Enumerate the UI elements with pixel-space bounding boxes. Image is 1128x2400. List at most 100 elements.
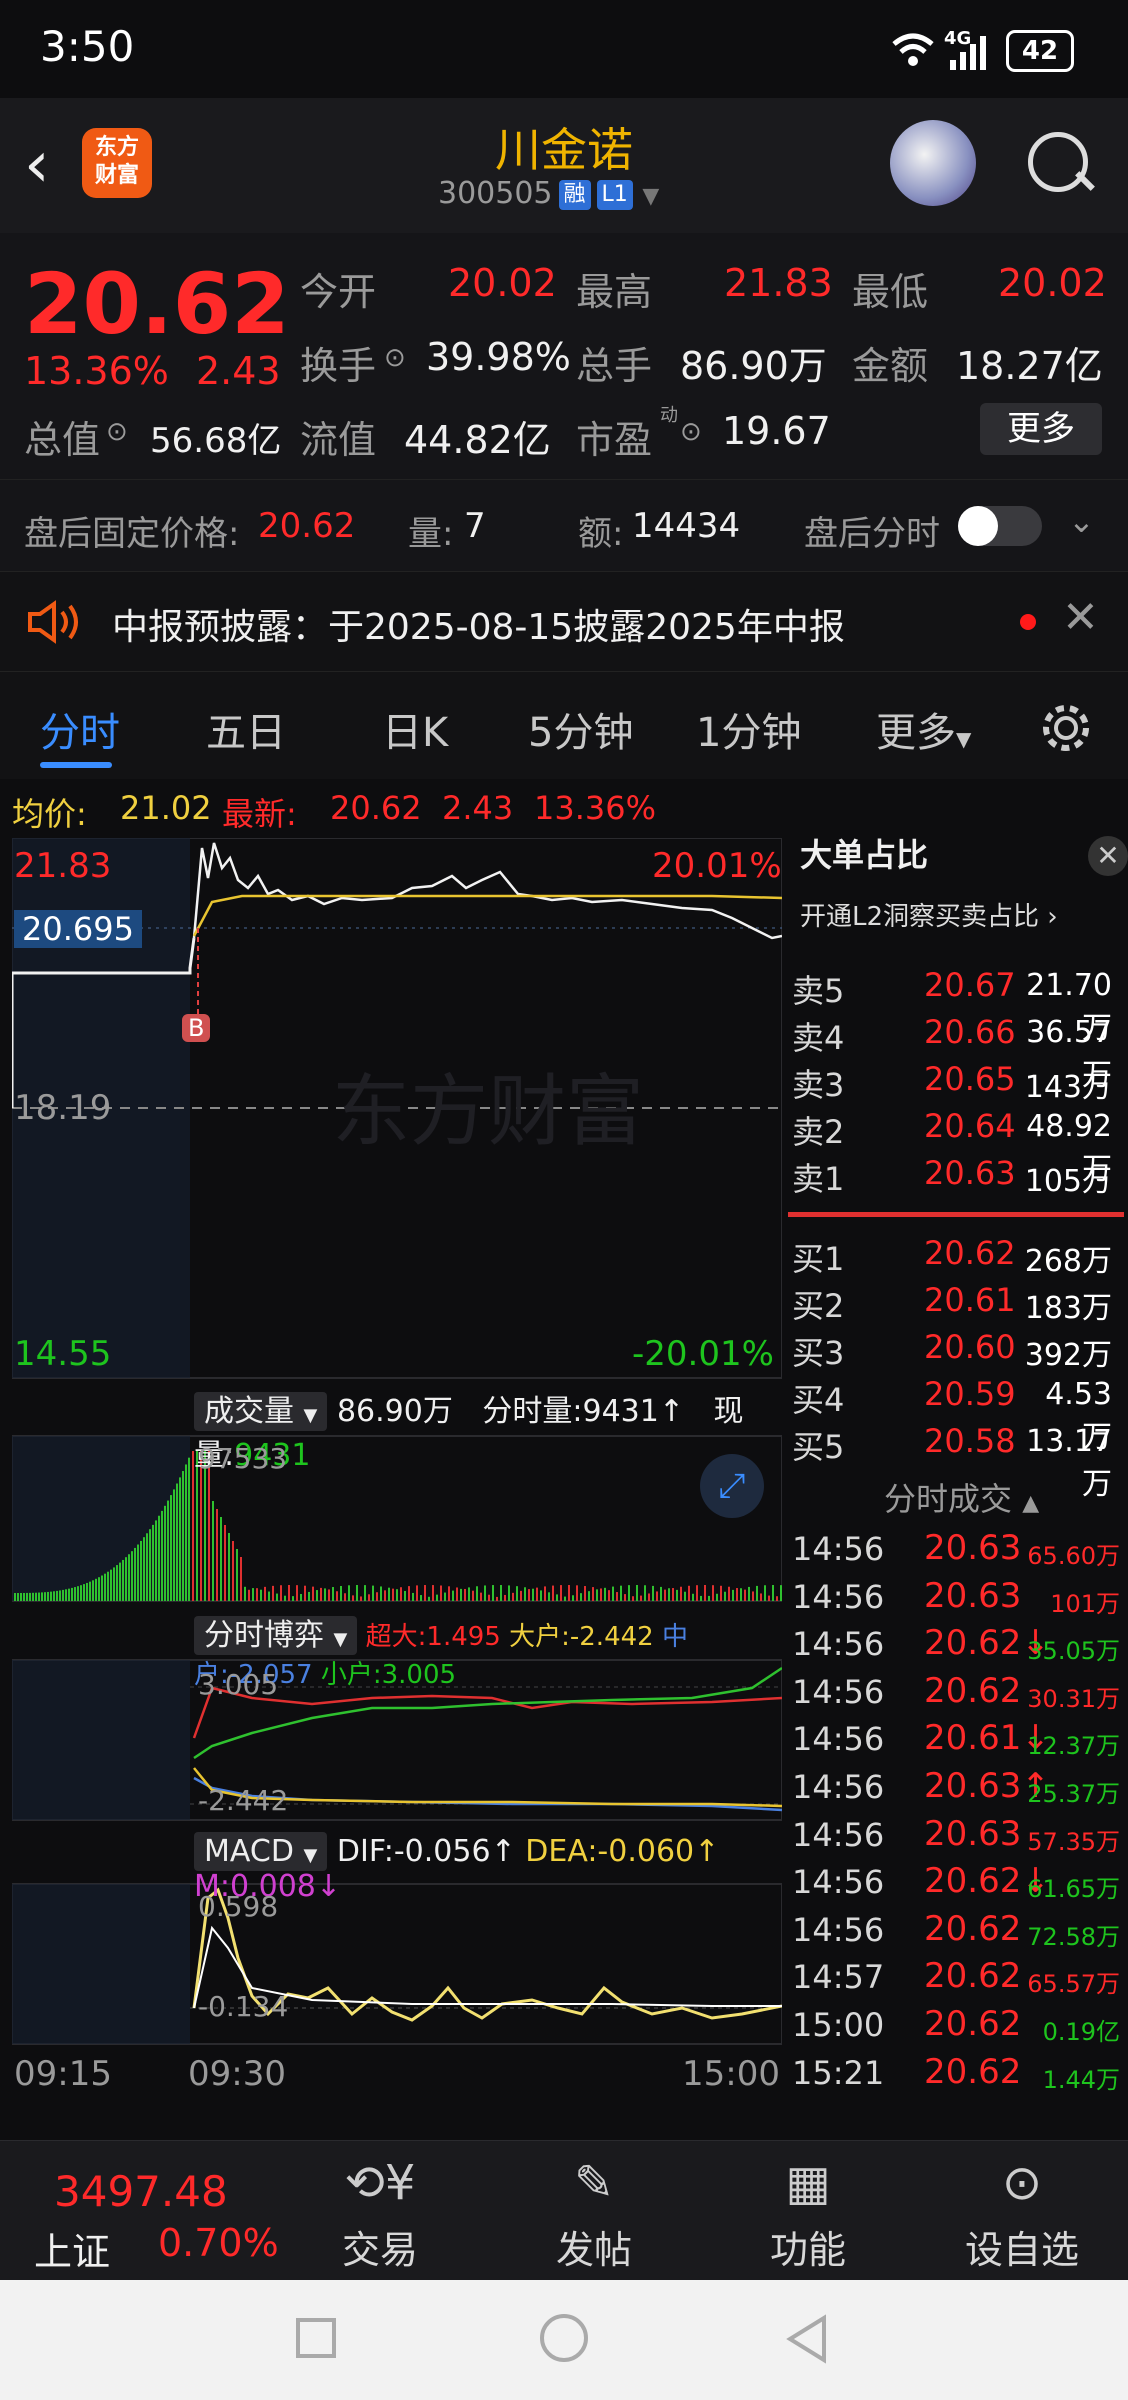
volume-bar	[576, 1585, 578, 1601]
amount-value: 18.27亿	[956, 344, 1103, 388]
trades-title-label: 分时成交	[884, 1480, 1013, 1518]
amount-label: 金额	[852, 344, 929, 388]
volume-bar	[248, 1589, 250, 1601]
volume-bar	[696, 1585, 698, 1601]
volume-bar	[128, 1554, 130, 1601]
gear-icon[interactable]	[1038, 700, 1094, 756]
volume-bar	[584, 1586, 586, 1601]
volume-bar	[77, 1586, 79, 1601]
recent-apps-icon[interactable]	[296, 2318, 336, 2358]
volume-bar	[596, 1589, 598, 1601]
ask-price[interactable]: 20.67	[924, 966, 1016, 1004]
volume-bar	[284, 1595, 286, 1601]
volume-bar	[428, 1596, 430, 1601]
trades-title[interactable]: 分时成交 ▲	[884, 1474, 1039, 1520]
volume-bar	[716, 1593, 718, 1601]
volume-bar	[212, 1501, 214, 1601]
tab-daily-k[interactable]: 日K	[382, 700, 448, 758]
bid-volume: 183万	[1024, 1291, 1112, 1326]
volume-bar	[352, 1595, 354, 1601]
edit-icon[interactable]: ✎	[514, 2155, 674, 2211]
latest-value: 20.62	[330, 789, 422, 827]
trade-icon[interactable]: ⟲¥	[300, 2155, 460, 2211]
info-icon[interactable]: ⊙	[680, 417, 702, 447]
caret-down-icon: ▼	[956, 727, 972, 751]
volume-bar	[372, 1585, 374, 1601]
volume-bar	[240, 1557, 242, 1601]
bid-price[interactable]: 20.58	[924, 1422, 1016, 1460]
buy-marker[interactable]: B	[182, 1014, 211, 1042]
volume-bar	[308, 1591, 310, 1601]
volume-bar	[548, 1592, 550, 1601]
tab-five-day[interactable]: 五日	[206, 700, 286, 758]
more-button[interactable]: 更多	[980, 403, 1102, 455]
volume-bar	[532, 1588, 534, 1601]
volume-label: 总手	[576, 344, 653, 388]
chart-tabs: 分时 五日 日K 5分钟 1分钟 更多▼	[0, 671, 1128, 780]
volume-bar	[572, 1595, 574, 1601]
volume-bar	[772, 1585, 774, 1601]
bid-price[interactable]: 20.59	[924, 1375, 1016, 1413]
volume-bar	[216, 1509, 218, 1601]
bid-price[interactable]: 20.60	[924, 1328, 1016, 1366]
tab-intraday[interactable]: 分时	[40, 700, 120, 758]
index-name[interactable]: 上证	[34, 2221, 110, 2276]
volume-bar	[336, 1591, 338, 1601]
bid-price[interactable]: 20.61	[924, 1281, 1016, 1319]
nav-post[interactable]: 发帖	[514, 2219, 674, 2274]
volume-bar	[728, 1586, 730, 1601]
info-icon[interactable]: ⊙	[106, 417, 128, 447]
ask-price[interactable]: 20.65	[924, 1060, 1016, 1098]
volume-bar	[540, 1590, 542, 1601]
watermark: 东方财富	[332, 1067, 644, 1157]
volume-bar	[155, 1520, 157, 1601]
chevron-down-icon[interactable]: ▼	[642, 184, 659, 209]
index-pct[interactable]: 0.70%	[158, 2221, 279, 2265]
ask-price[interactable]: 20.64	[924, 1107, 1016, 1145]
nav-trade[interactable]: 交易	[300, 2219, 460, 2274]
flow-header: 分时博弈 ▼ 超大:1.495 大户:-2.442 中户:-2.057 小户:3…	[194, 1610, 782, 1691]
ask-price[interactable]: 20.63	[924, 1154, 1016, 1192]
bid-price[interactable]: 20.62	[924, 1234, 1016, 1272]
status-bar: 3:50 4G 42	[0, 0, 1128, 98]
volume-bar	[512, 1592, 514, 1601]
home-icon[interactable]	[540, 2314, 588, 2362]
bid-label: 买5	[792, 1428, 845, 1466]
volume-selector[interactable]: 成交量 ▼	[194, 1392, 328, 1431]
volume-bar	[50, 1591, 52, 1601]
volume-bar	[396, 1589, 398, 1601]
info-icon[interactable]: ⊙	[384, 343, 406, 373]
flow-selector[interactable]: 分时博弈 ▼	[194, 1616, 358, 1655]
unread-dot	[1020, 614, 1036, 630]
volume-bar	[528, 1589, 530, 1601]
assistant-robot-icon[interactable]	[890, 120, 976, 206]
l2-promo[interactable]: 开通L2洞察买卖占比 ›	[800, 896, 1058, 933]
volume-bar	[35, 1592, 37, 1601]
notice-bar[interactable]: 中报预披露：于2025-08-15披露2025年中报 ✕	[0, 571, 1128, 672]
trade-time: 14:56	[792, 1720, 885, 1759]
up-arrow-icon: ↑	[694, 1834, 720, 1869]
after-vol-label: 量:	[408, 514, 454, 554]
nav-function[interactable]: 功能	[728, 2219, 888, 2274]
ask-price[interactable]: 20.66	[924, 1013, 1016, 1051]
nav-watchlist[interactable]: 设自选	[942, 2219, 1102, 2274]
search-icon[interactable]	[1028, 132, 1088, 192]
grid-icon[interactable]: ▦	[728, 2155, 888, 2211]
volume-bar	[92, 1580, 94, 1601]
chevron-down-icon[interactable]: ⌄	[1068, 502, 1095, 540]
macd-header: MACD ▼ DIF:-0.056↑ DEA:-0.060↑ M:0.008↓	[194, 1832, 782, 1904]
flow-small: 小户:3.005	[320, 1660, 457, 1690]
tab-1min[interactable]: 1分钟	[696, 700, 801, 758]
more-dots-icon[interactable]: ⊙	[942, 2155, 1102, 2211]
intraday-chart-area[interactable]: 东方财富 21.83 20.01% 20.695 B 18.19 14.55 -…	[12, 838, 782, 2108]
close-icon[interactable]: ✕	[1062, 592, 1099, 643]
close-icon[interactable]: ✕	[1088, 836, 1128, 876]
tab-more[interactable]: 更多▼	[876, 700, 971, 758]
macd-selector[interactable]: MACD ▼	[194, 1832, 328, 1871]
back-nav-icon[interactable]	[784, 2314, 828, 2364]
index-value[interactable]: 3497.48	[54, 2167, 228, 2216]
volume-bar	[760, 1593, 762, 1601]
low-value: 20.02	[998, 261, 1107, 305]
tab-5min[interactable]: 5分钟	[528, 700, 633, 758]
expand-icon[interactable]: ⤢	[700, 1454, 764, 1518]
